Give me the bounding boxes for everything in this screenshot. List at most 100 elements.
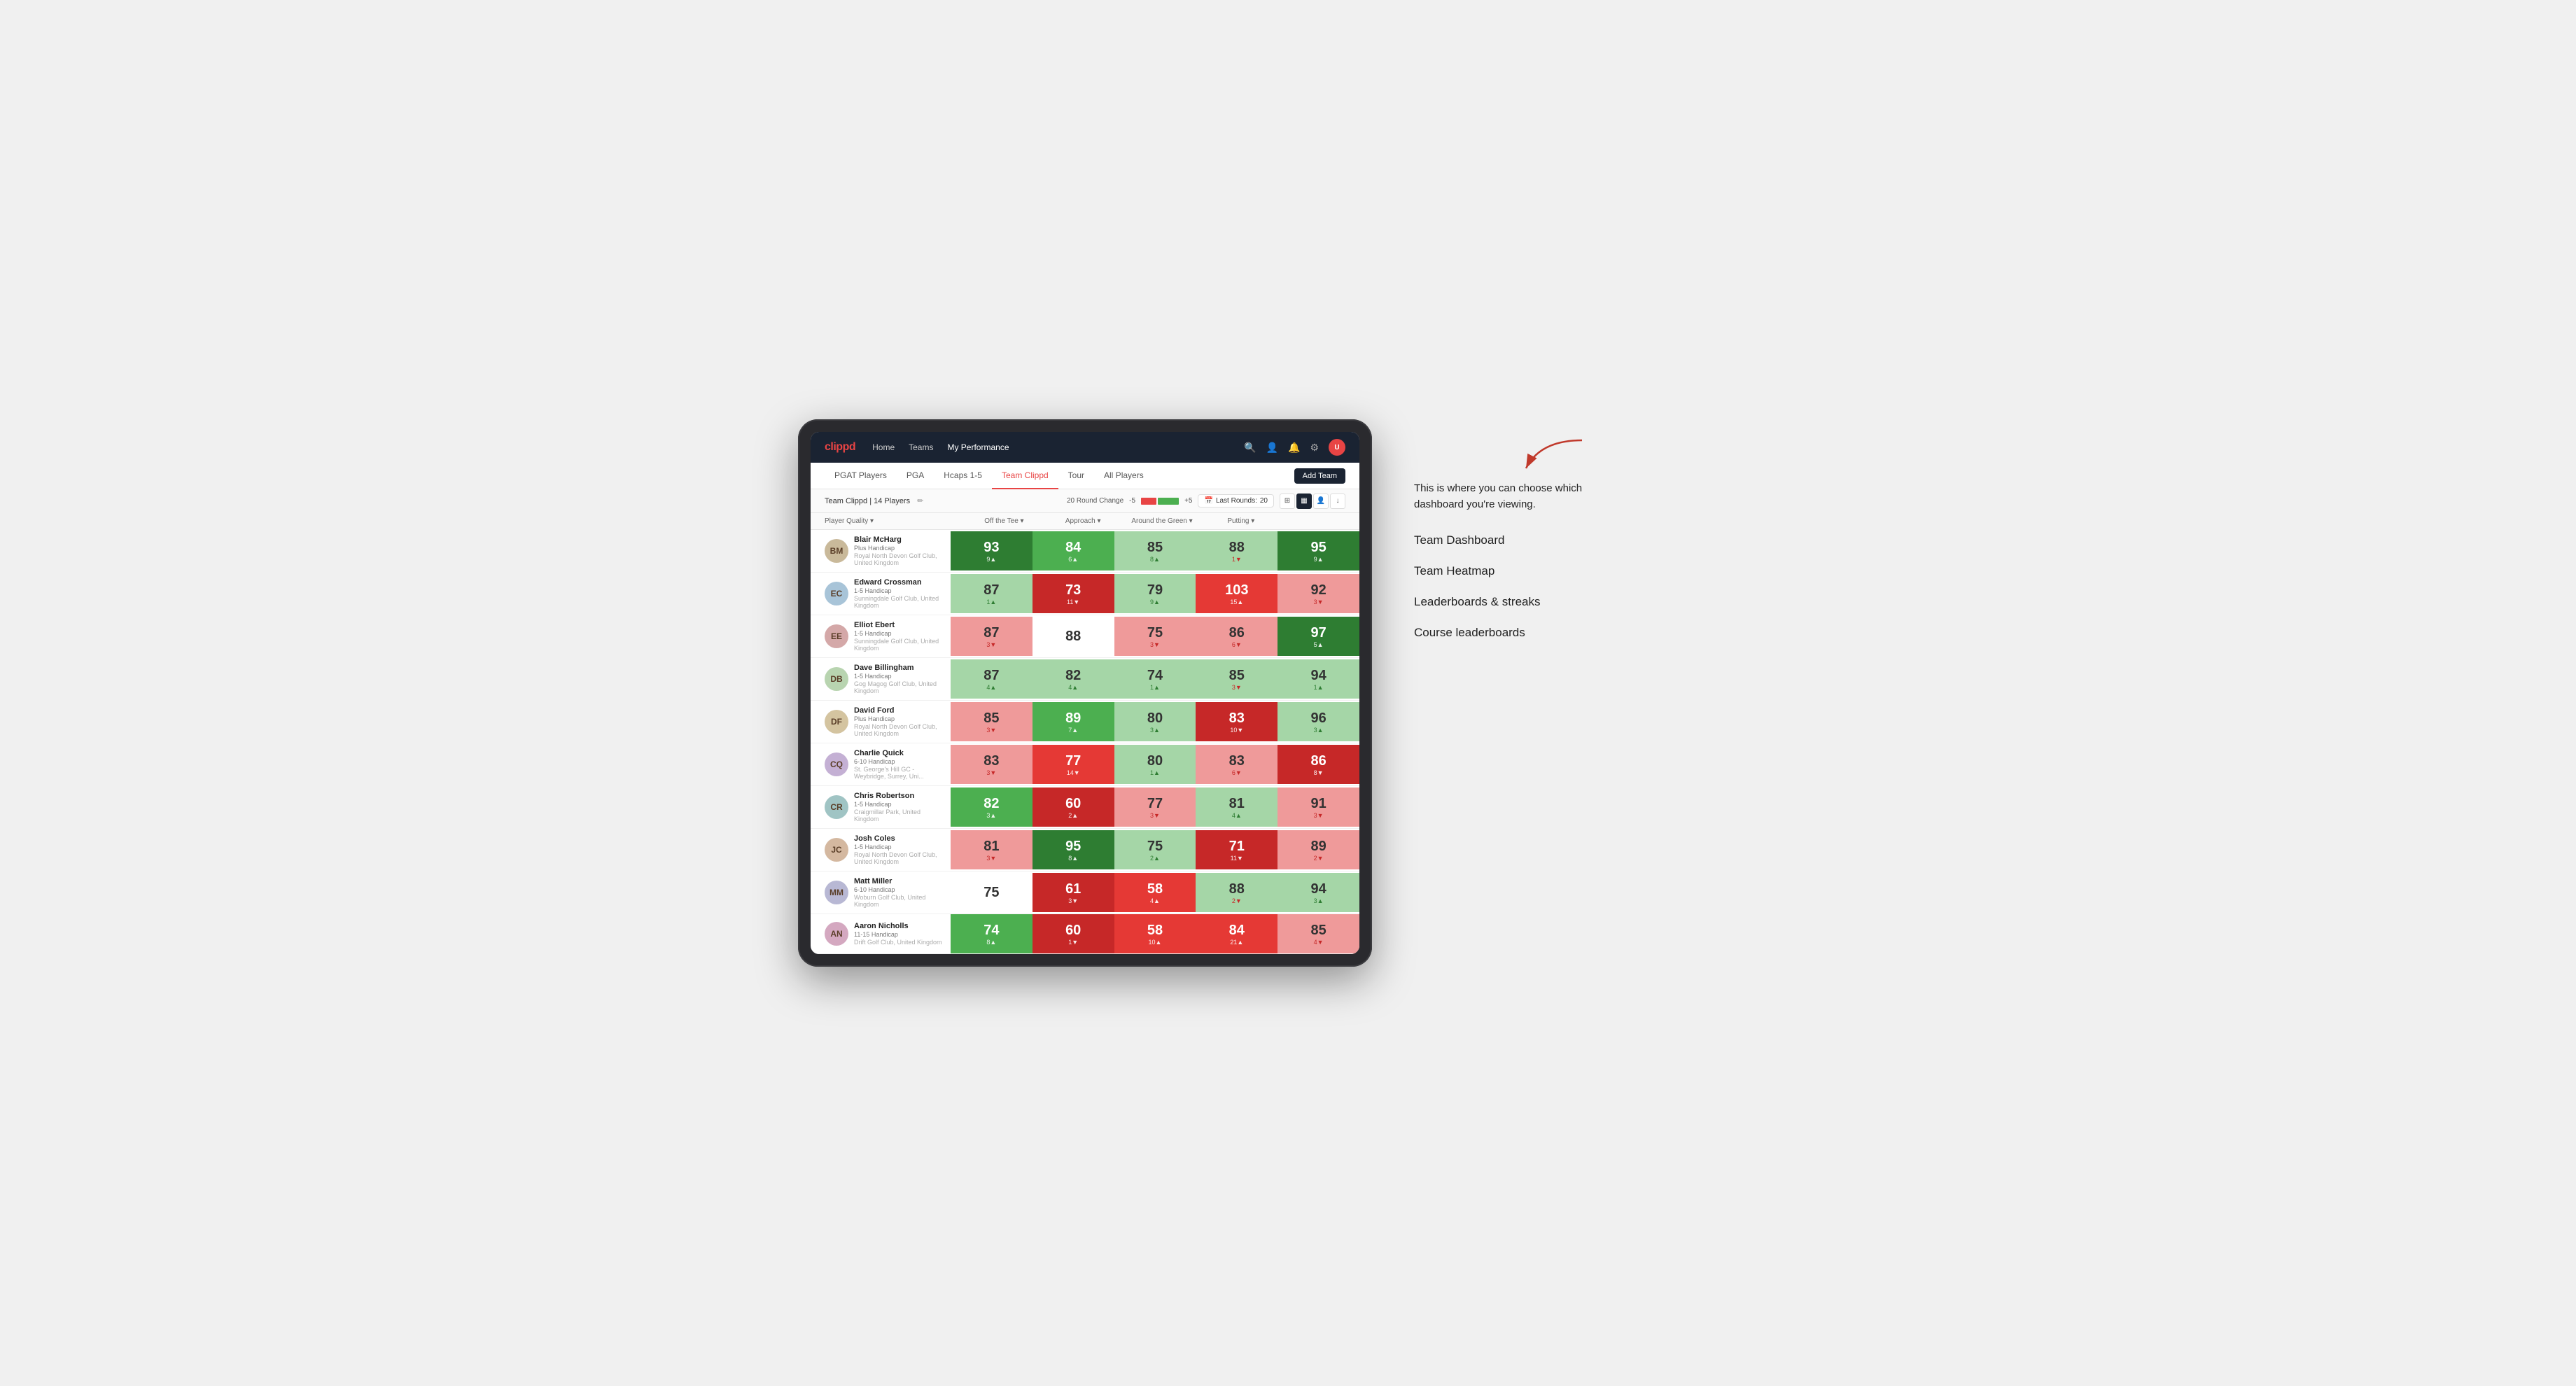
annotation-arrow xyxy=(1512,433,1596,475)
sub-nav-team-clippd[interactable]: Team Clippd xyxy=(992,463,1058,489)
player-avatar: BM xyxy=(825,539,848,563)
score-value: 75 xyxy=(1147,625,1163,641)
last-rounds-button[interactable]: 📅 Last Rounds: 20 xyxy=(1198,494,1274,507)
table-row: EE Elliot Ebert 1-5 Handicap Sunningdale… xyxy=(811,615,1359,658)
score-value: 79 xyxy=(1147,582,1163,598)
player-cell[interactable]: CQ Charlie Quick 6-10 Handicap St. Georg… xyxy=(811,743,951,785)
player-cell[interactable]: DB Dave Billingham 1-5 Handicap Gog Mago… xyxy=(811,658,951,700)
score-cell: 94 3▲ xyxy=(1278,873,1359,912)
bar-negative xyxy=(1141,498,1156,505)
player-cell[interactable]: EC Edward Crossman 1-5 Handicap Sunningd… xyxy=(811,573,951,615)
settings-icon[interactable]: ⚙ xyxy=(1310,442,1319,454)
search-icon[interactable]: 🔍 xyxy=(1244,442,1256,454)
score-value: 94 xyxy=(1310,881,1326,897)
sub-nav-pgat[interactable]: PGAT Players xyxy=(825,463,897,489)
table-row: EC Edward Crossman 1-5 Handicap Sunningd… xyxy=(811,573,1359,615)
score-value: 88 xyxy=(1065,629,1081,645)
player-info: Chris Robertson 1-5 Handicap Craigmillar… xyxy=(854,792,945,822)
player-cell[interactable]: BM Blair McHarg Plus Handicap Royal Nort… xyxy=(811,530,951,572)
player-avatar: CR xyxy=(825,795,848,819)
player-club: Royal North Devon Golf Club, United King… xyxy=(854,723,945,737)
player-cell[interactable]: AN Aaron Nicholls 11-15 Handicap Drift G… xyxy=(811,916,951,951)
player-avatar: AN xyxy=(825,922,848,946)
player-handicap: 11-15 Handicap xyxy=(854,931,942,938)
nav-link-teams[interactable]: Teams xyxy=(909,440,933,455)
player-cell[interactable]: EE Elliot Ebert 1-5 Handicap Sunningdale… xyxy=(811,615,951,657)
score-value: 84 xyxy=(1065,540,1081,556)
score-cell: 58 10▲ xyxy=(1114,914,1196,953)
score-value: 60 xyxy=(1065,923,1081,939)
annotation-item-2: Leaderboards & streaks xyxy=(1414,595,1596,609)
score-value: 75 xyxy=(983,885,999,901)
sub-nav-hcaps[interactable]: Hcaps 1-5 xyxy=(934,463,992,489)
view-icons: ⊞ ▦ 👤 ↓ xyxy=(1280,493,1345,509)
score-cell: 58 4▲ xyxy=(1114,873,1196,912)
add-team-button[interactable]: Add Team xyxy=(1294,468,1345,484)
score-value: 77 xyxy=(1147,796,1163,812)
round-controls: 20 Round Change -5 +5 📅 Last Rounds: 20 … xyxy=(1067,493,1345,509)
score-cell: 88 xyxy=(1032,617,1114,656)
score-value: 61 xyxy=(1065,881,1081,897)
player-cell[interactable]: CR Chris Robertson 1-5 Handicap Craigmil… xyxy=(811,786,951,828)
sub-nav-pga[interactable]: PGA xyxy=(897,463,934,489)
score-cell: 87 3▼ xyxy=(951,617,1032,656)
player-handicap: 1-5 Handicap xyxy=(854,844,945,850)
score-cell: 77 3▼ xyxy=(1114,788,1196,827)
person-view-button[interactable]: 👤 xyxy=(1313,493,1329,509)
player-cell[interactable]: MM Matt Miller 6-10 Handicap Woburn Golf… xyxy=(811,872,951,913)
bar-positive xyxy=(1158,498,1179,505)
player-cell[interactable]: JC Josh Coles 1-5 Handicap Royal North D… xyxy=(811,829,951,871)
player-avatar: EC xyxy=(825,582,848,606)
player-handicap: Plus Handicap xyxy=(854,545,945,552)
score-value: 74 xyxy=(983,923,999,939)
player-club: Gog Magog Golf Club, United Kingdom xyxy=(854,680,945,694)
player-info: David Ford Plus Handicap Royal North Dev… xyxy=(854,706,945,737)
score-value: 83 xyxy=(1229,753,1245,769)
col-player-quality[interactable]: Player Quality ▾ xyxy=(825,517,965,525)
player-name: Elliot Ebert xyxy=(854,621,945,629)
score-value: 95 xyxy=(1310,540,1326,556)
score-cell: 80 1▲ xyxy=(1114,745,1196,784)
score-value: 83 xyxy=(1229,710,1245,727)
col-off-tee[interactable]: Off the Tee ▾ xyxy=(965,517,1044,525)
player-name: Edward Crossman xyxy=(854,578,945,587)
score-value: 87 xyxy=(983,625,999,641)
player-cell[interactable]: DF David Ford Plus Handicap Royal North … xyxy=(811,701,951,743)
score-cell: 85 3▼ xyxy=(1196,659,1278,699)
nav-link-my-performance[interactable]: My Performance xyxy=(947,440,1009,455)
player-club: Craigmillar Park, United Kingdom xyxy=(854,808,945,822)
score-value: 71 xyxy=(1229,839,1245,855)
score-value: 81 xyxy=(983,839,999,855)
sub-nav-all-players[interactable]: All Players xyxy=(1094,463,1154,489)
player-club: St. George's Hill GC - Weybridge, Surrey… xyxy=(854,766,945,780)
grid-view-button[interactable]: ⊞ xyxy=(1280,493,1295,509)
avatar[interactable]: U xyxy=(1329,439,1345,456)
player-info: Edward Crossman 1-5 Handicap Sunningdale… xyxy=(854,578,945,609)
bell-icon[interactable]: 🔔 xyxy=(1288,442,1300,454)
player-name: Charlie Quick xyxy=(854,749,945,757)
player-club: Royal North Devon Golf Club, United King… xyxy=(854,851,945,865)
download-button[interactable]: ↓ xyxy=(1330,493,1345,509)
edit-icon[interactable]: ✏ xyxy=(917,496,923,505)
player-avatar: CQ xyxy=(825,752,848,776)
score-value: 88 xyxy=(1229,881,1245,897)
score-cell: 83 6▼ xyxy=(1196,745,1278,784)
round-change-bar xyxy=(1141,498,1179,505)
col-putting[interactable]: Putting ▾ xyxy=(1201,517,1280,525)
player-handicap: 6-10 Handicap xyxy=(854,758,945,765)
annotation-items: Team Dashboard Team Heatmap Leaderboards… xyxy=(1414,533,1596,640)
score-cell: 89 7▲ xyxy=(1032,702,1114,741)
player-info: Josh Coles 1-5 Handicap Royal North Devo… xyxy=(854,834,945,865)
col-around-green[interactable]: Around the Green ▾ xyxy=(1123,517,1202,525)
heatmap-view-button[interactable]: ▦ xyxy=(1296,493,1312,509)
score-cell: 75 2▲ xyxy=(1114,830,1196,869)
col-approach[interactable]: Approach ▾ xyxy=(1044,517,1123,525)
score-cell: 95 9▲ xyxy=(1278,531,1359,570)
player-name: Matt Miller xyxy=(854,877,945,886)
score-cell: 71 11▼ xyxy=(1196,830,1278,869)
sub-nav-tour[interactable]: Tour xyxy=(1058,463,1094,489)
score-value: 80 xyxy=(1147,753,1163,769)
score-value: 94 xyxy=(1310,668,1326,684)
nav-link-home[interactable]: Home xyxy=(872,440,895,455)
user-icon[interactable]: 👤 xyxy=(1266,442,1278,454)
